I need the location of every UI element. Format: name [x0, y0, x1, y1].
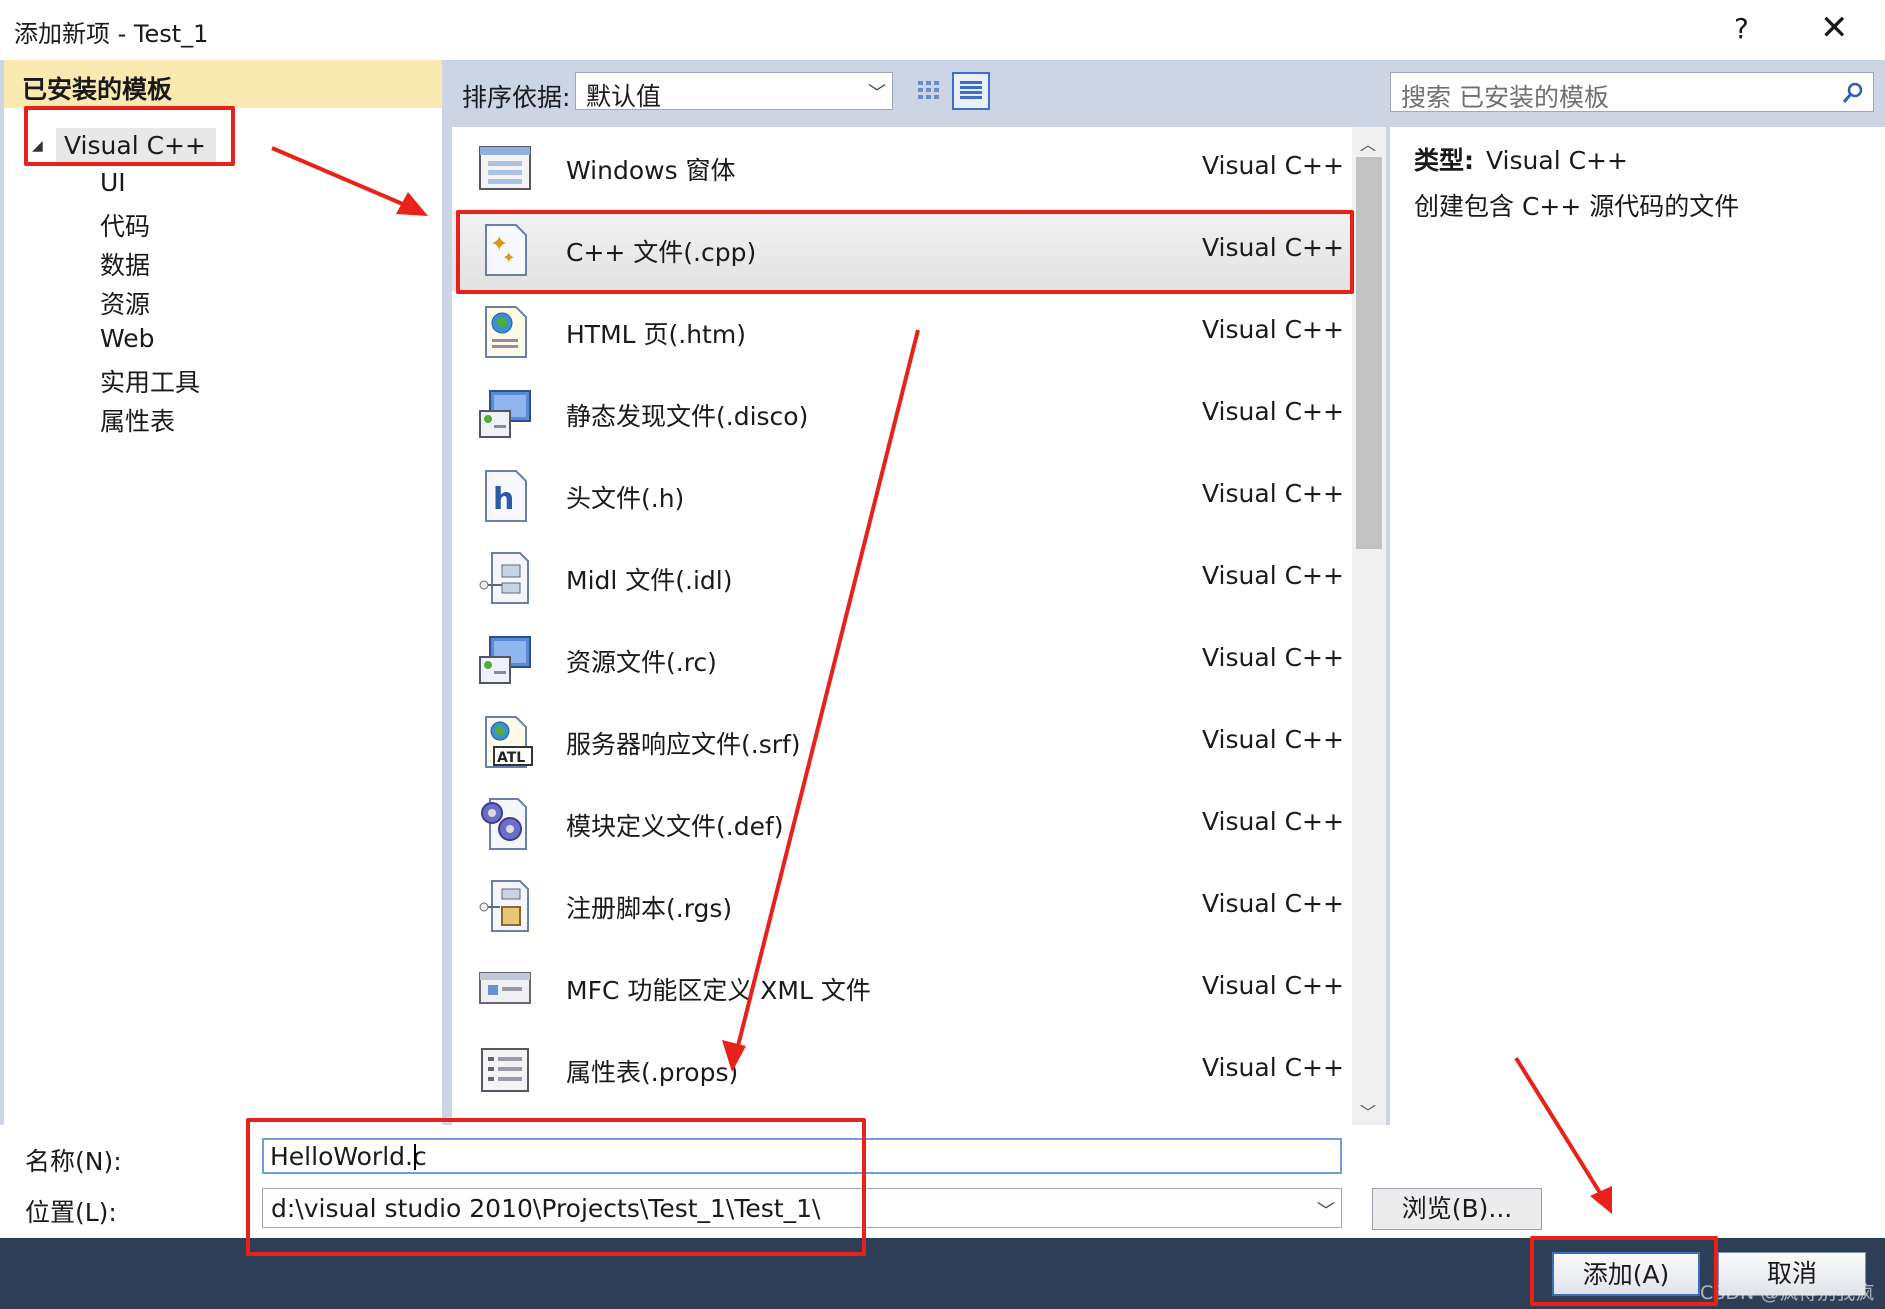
annotation-arrow-to-cpp [271, 146, 413, 210]
annotation-arrow-to-add [1514, 1056, 1604, 1198]
annotation-arrowhead-name [722, 1040, 746, 1072]
annotation-arrowhead-add [1590, 1186, 1612, 1214]
annotation-arrow-to-name [734, 329, 920, 1055]
annotation-arrows [271, 146, 1612, 1214]
